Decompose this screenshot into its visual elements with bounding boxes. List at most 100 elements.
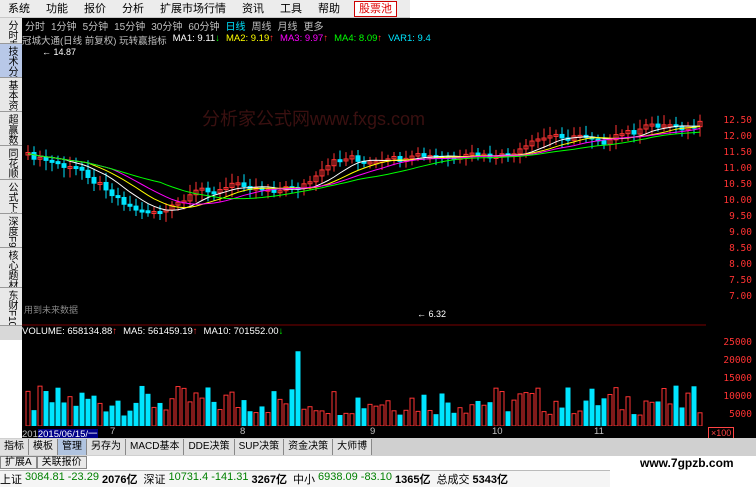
price-tick: 12.50 <box>723 115 752 126</box>
volume-bar <box>619 409 625 426</box>
volume-bar <box>421 394 427 426</box>
tab-extended-a[interactable]: 扩展A <box>0 456 37 469</box>
period-1min[interactable]: 1分钟 <box>48 18 80 33</box>
volume-legend: VOLUME: 658134.88↑ MA5: 561459.19↑ MA10:… <box>22 326 283 338</box>
tab-fundamentals[interactable]: 基本资料 <box>0 78 22 112</box>
tab-timeshare[interactable]: 分时走势 <box>0 18 22 44</box>
volume-bar <box>559 407 565 426</box>
var1-label: VAR1: 9.4 <box>388 33 431 44</box>
volume-tick: 15000 <box>723 373 752 384</box>
ma3-label: MA3: 9.97↑ <box>280 33 329 44</box>
trading-app: 系统 功能 报价 分析 扩展市场行情 资讯 工具 帮助 股票池 分时走势 技术分… <box>0 0 756 487</box>
quote-shanghai[interactable]: 上证 3084.81 -23.29 2076亿 <box>0 471 137 487</box>
price-tick: 8.00 <box>729 259 752 270</box>
volume-bar <box>193 392 199 426</box>
menu-extended-market[interactable]: 扩展市场行情 <box>152 0 234 18</box>
period-daily[interactable]: 日线 <box>223 18 249 33</box>
volume-bar <box>637 414 643 426</box>
volume-bar <box>349 413 355 426</box>
month-label: 9 <box>370 426 376 437</box>
volume-bar <box>145 393 151 426</box>
period-60min[interactable]: 60分钟 <box>185 18 222 33</box>
menu-quote[interactable]: 报价 <box>76 0 114 18</box>
kline-chart[interactable]: 分析家公式网www.fxgs.com ← 14.87 ← 6.32 用到未来数据 <box>22 45 706 426</box>
month-label: 7 <box>110 426 116 437</box>
tab-sup[interactable]: SUP决策 <box>234 439 285 455</box>
tab-macd[interactable]: MACD基本 <box>126 439 185 455</box>
volume-bar <box>199 397 205 426</box>
volume-bar <box>43 391 49 426</box>
tab-eastmoney-f10[interactable]: 东财F10 <box>0 288 22 326</box>
volume-bar <box>691 386 697 426</box>
tab-super-data[interactable]: 超赢数据 <box>0 112 22 146</box>
volume-bar <box>463 412 469 426</box>
volume-bar <box>403 409 409 426</box>
index-quotes: 上证 3084.81 -23.29 2076亿 深证 10731.4 -141.31 326… <box>0 470 610 487</box>
volume-bar <box>697 412 703 426</box>
period-bar: 分时 1分钟 5分钟 15分钟 30分钟 60分钟 日线 周线 月线 更多 <box>22 18 410 33</box>
period-timeshare[interactable]: 分时 <box>22 18 48 33</box>
volume-bar <box>187 401 193 426</box>
stock-title: 冠城大通(日线 前复权) 玩转赢指标 <box>22 36 167 47</box>
tab-manage[interactable]: 管理 <box>58 439 87 455</box>
period-15min[interactable]: 15分钟 <box>111 18 148 33</box>
period-monthly[interactable]: 月线 <box>275 18 301 33</box>
period-weekly[interactable]: 周线 <box>249 18 275 33</box>
volume-bar <box>475 400 481 426</box>
tab-dde[interactable]: DDE决策 <box>184 439 235 455</box>
volume-bar <box>157 402 163 426</box>
stock-pool-button[interactable]: 股票池 <box>354 0 397 17</box>
menu-system[interactable]: 系统 <box>0 0 38 18</box>
menu-help[interactable]: 帮助 <box>310 0 348 18</box>
volume-bar <box>685 392 691 426</box>
volume-bar <box>127 410 133 426</box>
volume-bar <box>319 410 325 426</box>
tab-related-quote[interactable]: 关联报价 <box>36 456 87 469</box>
tab-template[interactable]: 模板 <box>29 439 58 455</box>
volume-bar <box>163 409 169 426</box>
volume-bar <box>91 395 97 426</box>
price-tick: 10.00 <box>723 195 752 206</box>
volume-tick: 20000 <box>723 355 752 366</box>
volume-bar <box>295 351 301 426</box>
tab-technical[interactable]: 技术分析 <box>0 44 22 78</box>
tab-core-theme[interactable]: 核心题材 <box>0 248 22 288</box>
menu-news[interactable]: 资讯 <box>234 0 272 18</box>
volume-tick: 5000 <box>729 409 752 420</box>
volume-bar <box>433 414 439 426</box>
tab-depth-f9[interactable]: 深度F9 <box>0 214 22 248</box>
tab-formula-download[interactable]: 公式下载 <box>0 180 22 214</box>
quote-shenzhen[interactable]: 深证 10731.4 -141.31 3267亿 <box>143 471 287 487</box>
menu-analysis[interactable]: 分析 <box>114 0 152 18</box>
quote-sme[interactable]: 中小 6938.09 -83.10 1365亿 <box>293 471 430 487</box>
volume-bar <box>661 388 667 426</box>
menu-tools[interactable]: 工具 <box>272 0 310 18</box>
volume-bar <box>439 393 445 426</box>
tab-master[interactable]: 大师博 <box>333 439 373 455</box>
volume-bar <box>457 407 463 426</box>
volume-bar <box>397 414 403 426</box>
tab-fund[interactable]: 资金决策 <box>284 439 334 455</box>
tab-indicator[interactable]: 指标 <box>0 439 29 455</box>
tab-ths-f10[interactable]: 同花顺F10 <box>0 146 22 180</box>
volume-bar <box>25 390 31 426</box>
quote-total[interactable]: 总成交 5343亿 <box>436 471 507 487</box>
tab-save-as[interactable]: 另存为 <box>87 439 126 455</box>
volume-bar <box>427 409 433 426</box>
volume-bar <box>115 400 121 426</box>
volume-bar <box>73 405 79 426</box>
volume-bar <box>367 403 373 426</box>
period-5min[interactable]: 5分钟 <box>80 18 112 33</box>
volume-bar <box>331 391 337 426</box>
volume-bar <box>679 407 685 426</box>
month-label: 11 <box>594 426 604 437</box>
volume-bar <box>667 403 673 426</box>
volume-bar <box>277 398 283 426</box>
watermark-text: 分析家公式网www.fxgs.com <box>202 109 425 129</box>
period-30min[interactable]: 30分钟 <box>148 18 185 33</box>
menu-function[interactable]: 功能 <box>38 0 76 18</box>
price-tick: 9.00 <box>729 227 752 238</box>
period-more[interactable]: 更多 <box>301 18 327 33</box>
volume-bar <box>541 411 547 426</box>
volume-bar <box>205 387 211 426</box>
